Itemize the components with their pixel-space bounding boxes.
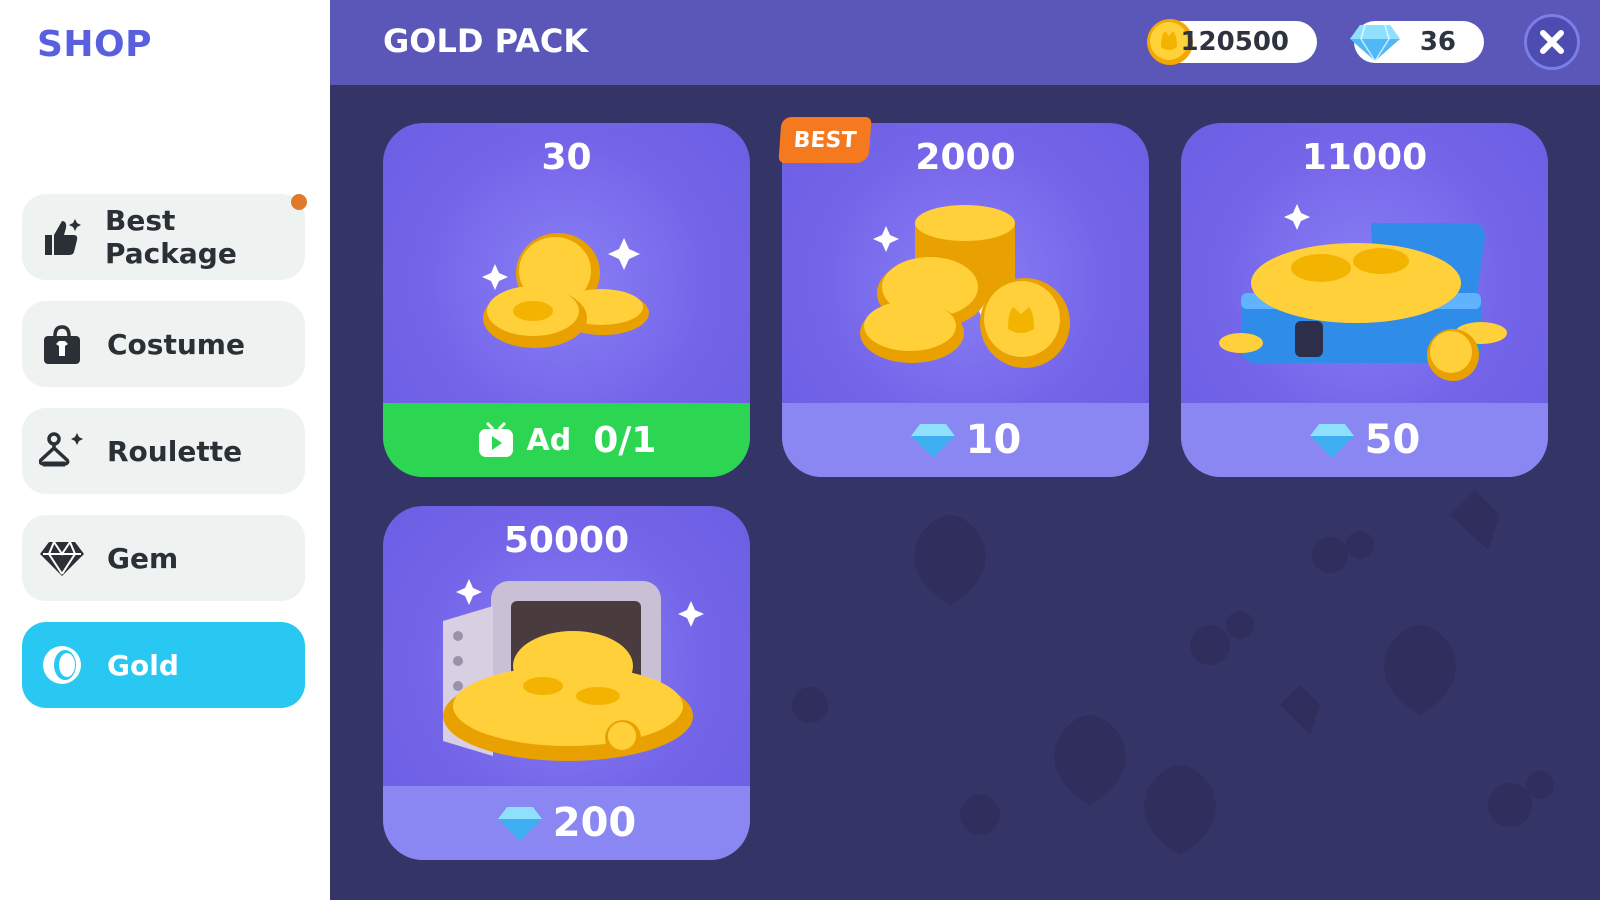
sidebar-item-costume[interactable]: Costume [22, 301, 305, 387]
hanger-sparkle-icon [39, 428, 85, 474]
best-badge: BEST [778, 117, 872, 163]
gem-icon [1348, 19, 1400, 69]
ad-count: 0/1 [593, 419, 657, 461]
sidebar: SHOP Best Package Costume Roulette Gem G… [0, 0, 330, 900]
gold-balance: 120500 [1147, 19, 1317, 65]
shopping-bag-icon [39, 321, 85, 367]
product-card-2000[interactable]: 2000 10 [782, 123, 1149, 477]
header-bar: GOLD PACK 120500 36 [330, 0, 1600, 85]
price-footer[interactable]: 50 [1181, 403, 1548, 477]
gem-balance: 36 [1350, 21, 1484, 63]
product-card-30[interactable]: 30 Ad 0/1 [383, 123, 750, 477]
gem-icon [497, 807, 542, 841]
gem-balance-value: 36 [1419, 27, 1456, 57]
price-footer[interactable]: 200 [383, 786, 750, 860]
gem-icon [39, 535, 85, 581]
watch-ad-button[interactable]: Ad 0/1 [383, 403, 750, 477]
gold-coin-icon [39, 642, 85, 688]
shop-title: SHOP [37, 24, 153, 65]
coin-safe-image [443, 579, 704, 761]
gem-price: 200 [552, 800, 637, 846]
sidebar-item-gem[interactable]: Gem [22, 515, 305, 601]
video-ad-icon [478, 421, 513, 457]
ad-label: Ad [526, 422, 572, 458]
close-button[interactable] [1524, 14, 1580, 70]
sidebar-item-best-package[interactable]: Best Package [22, 194, 307, 280]
product-amount: 11000 [1301, 137, 1428, 178]
price-footer[interactable]: 10 [782, 403, 1149, 477]
sidebar-item-label: Costume [107, 327, 245, 361]
gem-price: 10 [965, 417, 1022, 463]
gem-icon [910, 424, 955, 458]
sidebar-item-roulette[interactable]: Roulette [22, 408, 305, 494]
thumbs-up-sparkle-icon [39, 214, 83, 260]
gem-icon [1309, 424, 1354, 458]
sidebar-item-gold[interactable]: Gold [22, 622, 305, 708]
sidebar-item-label: Roulette [107, 434, 243, 468]
gold-balance-value: 120500 [1180, 27, 1289, 57]
product-card-50000[interactable]: 50000 200 [383, 506, 750, 860]
small-coin-pile-image [482, 233, 649, 348]
sidebar-item-label: Gold [107, 648, 179, 682]
sidebar-item-label: Best Package [105, 204, 237, 270]
product-card-11000[interactable]: 11000 50 [1181, 123, 1548, 477]
sidebar-item-label: Gem [107, 541, 179, 575]
product-amount: 30 [541, 137, 592, 178]
notification-dot [291, 194, 307, 210]
product-amount: 50000 [503, 520, 630, 561]
close-icon [1540, 30, 1564, 54]
coin-stack-image [860, 205, 1070, 368]
gem-price: 50 [1364, 417, 1421, 463]
coin-chest-image [1219, 204, 1507, 381]
page-title: GOLD PACK [383, 22, 589, 60]
